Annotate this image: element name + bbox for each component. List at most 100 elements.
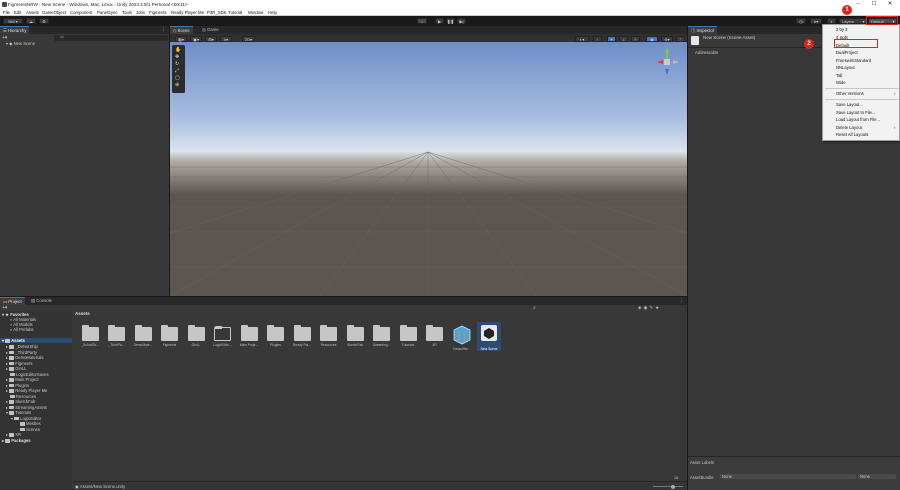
audio-toggle-icon[interactable]: ♪: [619, 35, 628, 42]
rect-tool-icon[interactable]: ▢: [175, 75, 180, 81]
asset-folder[interactable]: Plugins: [264, 325, 288, 351]
gizmos-dropdown[interactable]: ⊕▾: [661, 35, 673, 42]
shading-dropdown[interactable]: ▣▾: [190, 35, 202, 42]
save-layout-item[interactable]: Save Layout...: [836, 102, 863, 107]
tree-folder[interactable]: ▸ Plugins: [6, 383, 29, 388]
variant-dropdown[interactable]: None: [858, 474, 896, 479]
pause-button[interactable]: ❚❚: [446, 17, 455, 24]
tree-folder[interactable]: ▾ Tutorials: [6, 410, 31, 415]
scene-mode-icon[interactable]: ⇔: [417, 17, 427, 24]
menu-component[interactable]: Component: [70, 10, 92, 15]
scene-viewport[interactable]: ✋ ✥ ↻ ⤢ ▢ ⊕: [170, 42, 687, 296]
menu-help[interactable]: Help: [268, 10, 277, 15]
global-toggle[interactable]: ◦: [593, 35, 602, 42]
asset-folder[interactable]: SketchFab: [343, 325, 367, 351]
tree-folder[interactable]: Resources: [10, 394, 36, 399]
asset-folder[interactable]: Resources: [317, 325, 341, 351]
pivot-dropdown[interactable]: ◐▾: [575, 35, 589, 42]
menu-figments[interactable]: Figments: [149, 10, 167, 15]
layout-menu-item[interactable]: Wide: [836, 80, 846, 85]
menu-p3r-sdk[interactable]: P3R_SDK: [207, 10, 227, 15]
menu-panelsync[interactable]: PanelSync: [97, 10, 118, 15]
menu-jobs[interactable]: Jobs: [136, 10, 145, 15]
menu-tools[interactable]: Tools: [122, 10, 132, 15]
menu-edit[interactable]: Edit: [14, 10, 21, 15]
draw-mode-dropdown[interactable]: ▦▾: [175, 35, 187, 42]
move-tool-icon[interactable]: ✥: [175, 54, 179, 60]
play-button[interactable]: ▶: [435, 17, 444, 24]
search-icon[interactable]: ⌕: [533, 305, 536, 311]
light-toggle-icon[interactable]: ✦: [607, 35, 616, 42]
step-button[interactable]: ▶|: [457, 17, 466, 24]
other-versions-item[interactable]: Other Versions: [836, 91, 864, 96]
menu-assets[interactable]: Assets: [26, 10, 39, 15]
tree-folder[interactable]: ▸ Figments: [6, 361, 33, 366]
save-layout-to-file-item[interactable]: Save Layout to File...: [836, 110, 875, 115]
breadcrumb[interactable]: Assets: [75, 311, 90, 316]
account-button[interactable]: NM ▾: [3, 17, 23, 24]
scene-row[interactable]: ▾ ◆ New Scene: [6, 41, 35, 46]
camera-toggle-icon[interactable]: ◉: [646, 35, 658, 42]
asset-folder[interactable]: Streaming...: [370, 325, 394, 351]
asset-folder[interactable]: GinLL: [184, 325, 208, 351]
icon-size-slider[interactable]: [653, 486, 683, 487]
tab-project[interactable]: ▭ Project: [0, 297, 25, 305]
layers-dropdown[interactable]: Layers ▾: [839, 17, 867, 24]
scale-tool-icon[interactable]: ⤢: [175, 68, 179, 74]
tab-scene[interactable]: ◇ Scene: [170, 26, 193, 34]
effects-toggle-icon[interactable]: ✧: [631, 35, 640, 42]
asset-folder[interactable]: Figments: [158, 325, 182, 351]
tree-folder[interactable]: ▸ _ThirdParty: [6, 350, 37, 355]
tab-inspector[interactable]: ⓘ Inspector: [688, 26, 718, 34]
layout-menu-item[interactable]: DualProject: [836, 50, 858, 55]
menu-file[interactable]: File: [3, 10, 10, 15]
tree-folder[interactable]: ▸ GinLL: [6, 366, 26, 371]
tree-folder[interactable]: ▸ _DoNotShip: [6, 344, 38, 349]
gizmo-2d-toggle[interactable]: 2D▾: [242, 35, 255, 42]
tree-folder[interactable]: Meshes: [20, 421, 41, 426]
tab-game[interactable]: ◎ Game: [199, 26, 222, 34]
assets-root[interactable]: ▾ Assets: [0, 338, 72, 343]
maximize-button[interactable]: ☐: [868, 1, 880, 8]
rotate-tool-icon[interactable]: ↻: [175, 61, 179, 67]
grid-dropdown[interactable]: #▾: [220, 35, 232, 42]
transform-tool-icon[interactable]: ⊕: [175, 82, 179, 88]
tree-folder[interactable]: ▾ LogicEditor: [11, 416, 41, 421]
asset-bundle-dropdown[interactable]: None: [720, 474, 856, 479]
snap-dropdown[interactable]: ⊞▾: [205, 35, 217, 42]
hierarchy-search-input[interactable]: All: [54, 35, 168, 41]
layout-menu-item[interactable]: FreeswimStandard: [836, 58, 871, 63]
close-button[interactable]: ✕: [884, 1, 896, 8]
notification-icon[interactable]: ●▾: [810, 17, 822, 24]
hand-tool-icon[interactable]: ✋: [175, 47, 181, 53]
asset-folder[interactable]: XR: [423, 325, 447, 351]
icon-size-slider-handle[interactable]: [671, 484, 675, 489]
asset-folder[interactable]: DemoMate...: [131, 325, 155, 351]
menu-window[interactable]: Window: [248, 10, 263, 15]
project-filter-icons[interactable]: ◈◉✎★: [638, 305, 661, 311]
more-options-icon[interactable]: ⋮: [676, 35, 685, 42]
tree-folder[interactable]: ▸ StreamingAssets: [6, 405, 47, 410]
layout-menu-item[interactable]: NNLayout: [836, 65, 855, 70]
asset-default-network[interactable]: {} DefaultNe...: [450, 325, 474, 351]
more-options-icon[interactable]: ⋮: [680, 298, 685, 304]
menu-gameobject[interactable]: GameObject: [42, 10, 66, 15]
orientation-gizmo-icon[interactable]: [653, 45, 683, 75]
tab-hierarchy[interactable]: ☰ Hierarchy: [0, 26, 30, 34]
asset-folder[interactable]: _ThirdPa...: [105, 325, 129, 351]
search-icon[interactable]: ⌕: [827, 17, 836, 24]
collab-icon[interactable]: ⚙: [39, 17, 49, 24]
load-layout-item[interactable]: Load Layout from File...: [836, 117, 880, 122]
tree-folder[interactable]: LogicEditorSaves: [10, 372, 49, 377]
layout-menu-item[interactable]: Tall: [836, 73, 842, 78]
tab-console[interactable]: ▤ Console: [28, 297, 55, 305]
asset-folder[interactable]: Tutorials: [396, 325, 420, 351]
tree-folder[interactable]: ▸ XR: [6, 432, 21, 437]
tree-folder[interactable]: Scenes: [20, 427, 40, 432]
tree-folder[interactable]: ▸ DemoMaterials: [6, 355, 43, 360]
asset-folder[interactable]: Main Proje...: [237, 325, 261, 351]
asset-folder[interactable]: _DoNotSh...: [78, 325, 102, 351]
cloud-icon[interactable]: ☁: [26, 17, 36, 24]
menu-tutorial[interactable]: Tutorial: [228, 10, 242, 15]
asset-folder[interactable]: Ready Pla...: [290, 325, 314, 351]
